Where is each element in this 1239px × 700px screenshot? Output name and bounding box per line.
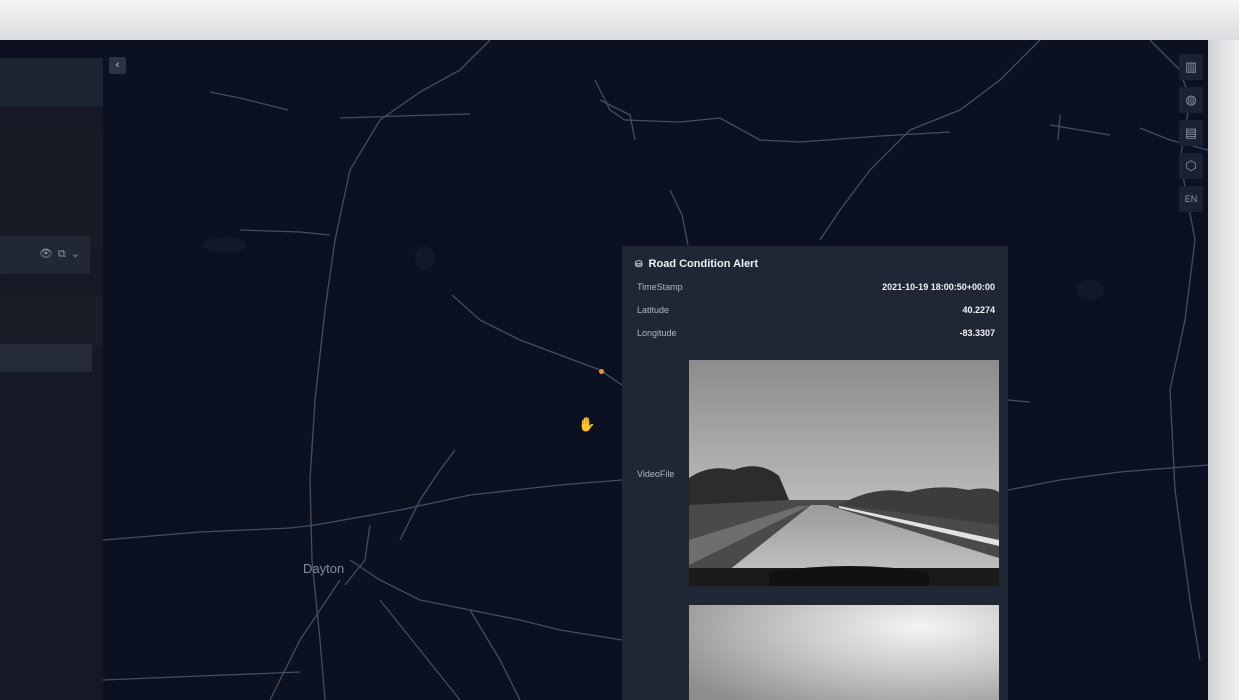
alert-marker[interactable]: [599, 369, 604, 374]
eye-icon[interactable]: 👁: [39, 247, 53, 261]
monitor-bezel-right: [1208, 40, 1239, 700]
property-key: Longitude: [637, 328, 677, 338]
map-pin-icon[interactable]: ⬡: [1179, 153, 1203, 179]
monitor-bezel-top: [0, 0, 1239, 40]
city-label: Dayton: [303, 561, 345, 576]
property-row: Longitude -83.3307: [637, 328, 995, 338]
layer-row[interactable]: 👁 ⧉ ⌄: [0, 236, 90, 274]
sidebar-input[interactable]: [0, 344, 92, 372]
language-button[interactable]: EN: [1179, 186, 1203, 212]
database-icon: ⛁: [635, 258, 643, 269]
collapse-sidebar-button[interactable]: ‹: [109, 57, 126, 74]
feature-popup: ⛁ Road Condition Alert TimeStamp 2021-10…: [622, 246, 1008, 700]
sidebar-section-2: [0, 296, 103, 346]
globe-icon[interactable]: ◍: [1179, 87, 1203, 113]
property-key: TimeStamp: [637, 282, 683, 292]
chevron-down-icon[interactable]: ⌄: [71, 247, 80, 261]
popup-title: ⛁ Road Condition Alert: [635, 258, 758, 270]
map-toolbar: ▥ ◍ ▤ ⬡ EN: [1179, 54, 1203, 212]
sidebar-section: [0, 130, 103, 250]
map-layout-icon[interactable]: ▥: [1179, 54, 1203, 80]
sidebar-header: [0, 58, 103, 106]
dashcam-video-thumbnail-2[interactable]: [689, 605, 999, 700]
hand-cursor-icon: ✋: [578, 416, 596, 432]
property-row: TimeStamp 2021-10-19 18:00:50+00:00: [637, 282, 995, 292]
table-icon[interactable]: ▤: [1179, 120, 1203, 146]
property-key: Latitude: [637, 305, 670, 315]
map-viewport[interactable]: 👁 ⧉ ⌄ ‹ ▥ ◍ ▤ ⬡ EN Dayton ✋ ⛁ Road Condi…: [0, 40, 1208, 700]
video-file-label: VideoFile: [637, 469, 675, 479]
dashcam-video-thumbnail[interactable]: [689, 360, 999, 586]
road-scene-image: [689, 360, 999, 586]
property-row: Latitude 40.2274: [637, 305, 995, 315]
copy-icon[interactable]: ⧉: [58, 247, 66, 261]
overexposed-scene-image: [689, 605, 999, 700]
property-value: -83.3307: [959, 328, 995, 338]
property-value: 2021-10-19 18:00:50+00:00: [882, 282, 995, 292]
left-sidebar: 👁 ⧉ ⌄: [0, 58, 103, 700]
popup-title-text: Road Condition Alert: [648, 258, 759, 270]
road-network: [102, 40, 1208, 700]
property-value: 40.2274: [962, 305, 995, 315]
